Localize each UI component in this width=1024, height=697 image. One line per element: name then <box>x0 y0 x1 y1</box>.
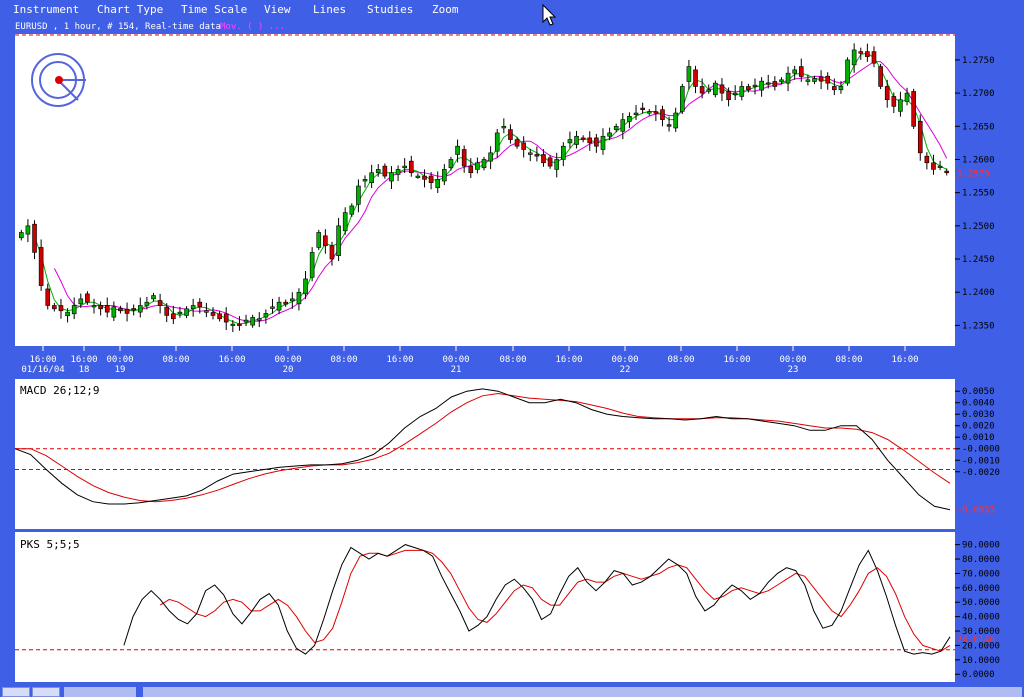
pks-tick-label: 50.0000 <box>962 598 1000 608</box>
date-tick-label: 21 <box>451 365 462 375</box>
macd-tick-label: 0.0050 <box>962 387 995 397</box>
instrument-header: EURUSD , 1 hour, # 154, Real-time data <box>15 22 221 32</box>
pks-tick-label: 10.0000 <box>962 656 1000 666</box>
pin-icon[interactable] <box>2 687 30 697</box>
pks-tick-label: 70.0000 <box>962 569 1000 579</box>
status-bar <box>0 686 1024 697</box>
candle <box>845 57 850 86</box>
price-tick-label: 1.2350 <box>962 321 995 331</box>
pks-tick-label: 40.0000 <box>962 613 1000 623</box>
time-tick-label: 00:00 <box>442 355 469 365</box>
chart-area: EURUSD , 1 hour, # 154, Real-time data M… <box>14 3 1000 682</box>
price-tick-label: 1.2400 <box>962 288 995 298</box>
date-tick-label: 20 <box>283 365 294 375</box>
macd-tick-label: 0.0030 <box>962 410 995 420</box>
time-tick-label: 08:00 <box>835 355 862 365</box>
time-tick-label: 08:00 <box>667 355 694 365</box>
candle <box>316 229 322 251</box>
macd-tick-label: -0.0020 <box>962 468 1000 478</box>
candle <box>679 83 685 115</box>
time-tick-label: 00:00 <box>779 355 806 365</box>
pks-label: PKS 5;5;5 <box>20 538 80 551</box>
time-tick-label: 16:00 <box>70 355 97 365</box>
crosshair-icon[interactable] <box>32 687 60 697</box>
pks-tick-label: 0.0000 <box>962 670 995 680</box>
pks-last-label: 24.6146 <box>957 635 995 645</box>
last-price-label: 1.2579 <box>957 169 990 179</box>
status-field-2 <box>143 687 1022 697</box>
price-tick-label: 1.2650 <box>962 122 995 132</box>
time-tick-label: 16:00 <box>29 355 56 365</box>
macd-tick-label: -0.0000 <box>962 445 1000 455</box>
price-axis: 1.2750 1.2700 1.2650 1.2600 1.2550 1.2500 1.24… <box>955 56 995 331</box>
date-tick-label: 01/16/04 <box>21 365 64 375</box>
time-tick-label: 16:00 <box>386 355 413 365</box>
time-axis: 16:00 16:00 00:00 08:00 16:00 00:00 08:00 16:00… <box>21 346 919 375</box>
macd-tick-label: 0.0010 <box>962 433 995 443</box>
pks-panel <box>15 532 955 682</box>
candle <box>309 247 315 282</box>
time-tick-label: 08:00 <box>162 355 189 365</box>
time-tick-label: 16:00 <box>555 355 582 365</box>
macd-tick-label: 0.0020 <box>962 422 995 432</box>
date-tick-label: 18 <box>79 365 90 375</box>
macd-label: MACD 26;12;9 <box>20 384 99 397</box>
price-tick-label: 1.2700 <box>962 89 995 99</box>
price-tick-label: 1.2550 <box>962 189 995 199</box>
macd-tick-label: -0.0010 <box>962 456 1000 466</box>
indicator-header: Mov. ( ) ... <box>220 22 285 32</box>
pks-tick-label: 90.0000 <box>962 541 1000 551</box>
price-tick-label: 1.2750 <box>962 56 995 66</box>
date-tick-label: 22 <box>620 365 631 375</box>
price-tick-label: 1.2450 <box>962 255 995 265</box>
macd-tick-label: 0.0040 <box>962 399 995 409</box>
time-tick-label: 00:00 <box>611 355 638 365</box>
time-tick-label: 16:00 <box>723 355 750 365</box>
pks-tick-label: 80.0000 <box>962 555 1000 565</box>
macd-last-label: -0.0033 <box>957 506 995 516</box>
date-tick-label: 19 <box>115 365 126 375</box>
mouse-cursor-icon <box>542 3 557 26</box>
time-tick-label: 00:00 <box>106 355 133 365</box>
candle <box>911 88 916 129</box>
pks-tick-label: 60.0000 <box>962 584 1000 594</box>
macd-panel <box>15 379 955 529</box>
candle <box>878 63 883 90</box>
time-tick-label: 08:00 <box>499 355 526 365</box>
time-tick-label: 16:00 <box>218 355 245 365</box>
price-tick-label: 1.2600 <box>962 155 995 165</box>
time-tick-label: 00:00 <box>274 355 301 365</box>
logo <box>31 53 86 107</box>
time-tick-label: 16:00 <box>891 355 918 365</box>
candle <box>713 80 718 98</box>
candle <box>38 239 44 291</box>
price-tick-label: 1.2500 <box>962 222 995 232</box>
date-tick-label: 23 <box>788 365 799 375</box>
status-field-1 <box>64 687 136 697</box>
time-tick-label: 08:00 <box>330 355 357 365</box>
